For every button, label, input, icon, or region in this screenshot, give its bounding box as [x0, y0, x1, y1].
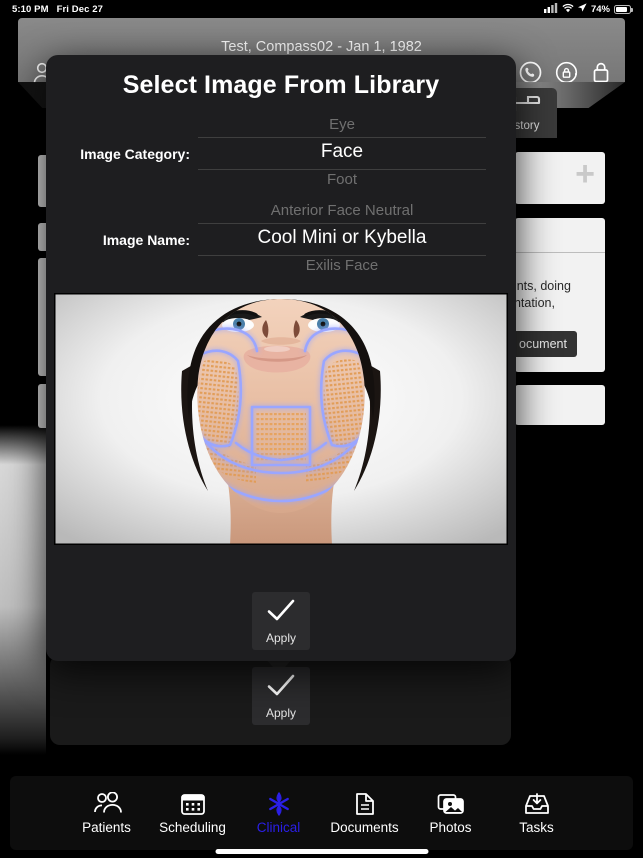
document-chip[interactable]: ocument	[509, 331, 577, 357]
image-category-row: Image Category: Eye Face Foot	[46, 116, 516, 191]
status-bar: 5:10 PM Fri Dec 27 74%	[0, 0, 643, 18]
image-category-option-previous[interactable]: Eye	[198, 116, 486, 133]
add-card[interactable]: +	[515, 152, 605, 204]
tab-documents[interactable]: Documents	[322, 792, 408, 835]
battery-percent: 74%	[590, 3, 610, 15]
image-preview	[54, 293, 508, 545]
image-category-option-selected[interactable]: Face	[198, 141, 486, 163]
picker-divider-bottom	[198, 255, 486, 256]
image-name-label: Image Name:	[102, 232, 190, 248]
photos-stack-icon	[437, 792, 465, 816]
image-name-picker[interactable]: Anterior Face Neutral Cool Mini or Kybel…	[198, 202, 486, 277]
image-name-option-previous[interactable]: Anterior Face Neutral	[198, 202, 486, 219]
modal-title: Select Image From Library	[122, 71, 440, 99]
bed-icon	[513, 94, 541, 117]
tab-tasks-label: Tasks	[519, 819, 554, 835]
image-name-row: Image Name: Anterior Face Neutral Cool M…	[46, 202, 516, 277]
tab-tasks[interactable]: Tasks	[494, 792, 580, 835]
people-icon	[92, 791, 122, 816]
image-category-option-next[interactable]: Foot	[198, 171, 486, 188]
select-image-modal: Select Image From Library Image Category…	[46, 55, 516, 661]
tab-photos-label: Photos	[429, 819, 472, 835]
battery-icon	[614, 4, 633, 14]
image-category-picker[interactable]: Eye Face Foot	[198, 116, 486, 191]
image-name-option-selected[interactable]: Cool Mini or Kybella	[198, 227, 486, 249]
apply-button-sheet[interactable]: Apply	[252, 667, 310, 725]
tab-documents-label: Documents	[330, 819, 399, 835]
apply-button-modal[interactable]: Apply	[252, 592, 310, 650]
picker-divider-top	[198, 223, 486, 224]
lock-icon[interactable]	[591, 60, 611, 84]
status-time: 5:10 PM	[12, 3, 49, 15]
checkmark-icon	[266, 598, 296, 629]
cellular-bars-icon	[543, 2, 558, 16]
picker-divider-bottom	[198, 169, 486, 170]
tab-scheduling-label: Scheduling	[159, 819, 226, 835]
status-bar-right: 74%	[543, 2, 633, 16]
home-indicator	[215, 849, 428, 854]
status-bar-left: 5:10 PM Fri Dec 27	[12, 4, 103, 15]
image-category-label: Image Category:	[80, 146, 190, 162]
apply-button-sheet-label: Apply	[265, 705, 297, 720]
tab-scheduling[interactable]: Scheduling	[150, 792, 236, 835]
note-line-1: aints, doing	[507, 279, 571, 293]
lock-rotate-icon[interactable]	[555, 61, 578, 84]
tab-patients[interactable]: Patients	[64, 791, 150, 835]
tab-photos[interactable]: Photos	[408, 792, 494, 835]
checkmark-icon	[266, 673, 296, 704]
document-icon	[354, 792, 376, 816]
inbox-download-icon	[524, 792, 550, 816]
patient-header-title: Test, Compass02 - Jan 1, 1982	[221, 39, 422, 55]
screen-glare	[0, 425, 46, 755]
screen: 5:10 PM Fri Dec 27 74% Test, Compass02 -…	[0, 0, 643, 858]
phone-icon[interactable]	[519, 61, 542, 84]
sidebar-item-history-label: story	[514, 120, 540, 132]
wifi-icon	[562, 3, 574, 16]
tab-clinical[interactable]: Clinical	[236, 791, 322, 835]
empty-card[interactable]	[515, 385, 605, 425]
status-date: Fri Dec 27	[56, 3, 104, 15]
bottom-tab-bar: Patients Scheduling Clinical Documents P	[10, 776, 633, 850]
medical-star-of-life-icon	[266, 791, 292, 816]
image-name-option-next[interactable]: Exilis Face	[198, 257, 486, 274]
calendar-icon	[180, 792, 206, 816]
plus-icon[interactable]: +	[575, 157, 595, 191]
card-divider	[515, 252, 605, 253]
apply-button-modal-label: Apply	[265, 630, 297, 645]
note-card[interactable]: aints, doing entation, ocument	[507, 218, 605, 372]
location-arrow-icon	[577, 3, 587, 15]
tab-clinical-label: Clinical	[256, 819, 301, 835]
tab-patients-label: Patients	[82, 819, 131, 835]
picker-divider-top	[198, 137, 486, 138]
